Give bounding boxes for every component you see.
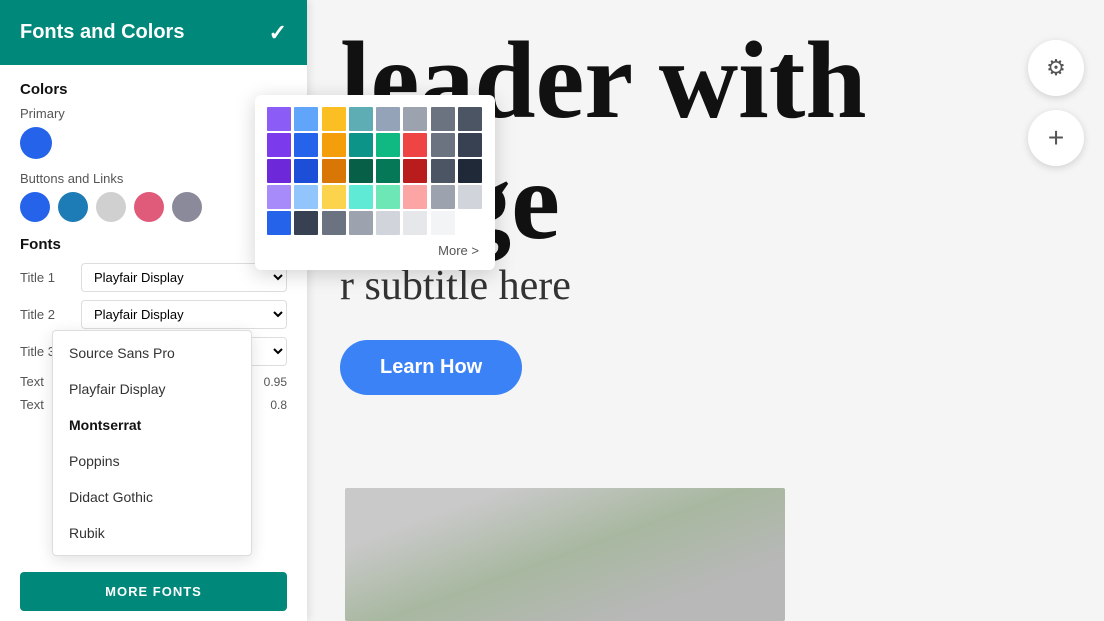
font-select-title2[interactable]: Playfair Display (81, 300, 287, 329)
palette-color-cell[interactable] (403, 133, 427, 157)
palette-color-cell[interactable] (376, 159, 400, 183)
primary-color-swatch[interactable] (20, 127, 52, 159)
palette-color-cell[interactable] (458, 159, 482, 183)
font-label-title2: Title 2 (20, 307, 75, 322)
palette-color-cell[interactable] (431, 133, 455, 157)
palette-color-cell[interactable] (267, 107, 291, 131)
palette-color-cell[interactable] (431, 107, 455, 131)
dropdown-item-didact[interactable]: Didact Gothic (53, 479, 251, 515)
palette-color-cell[interactable] (294, 159, 318, 183)
palette-color-cell[interactable] (349, 159, 373, 183)
palette-color-cell[interactable] (458, 185, 482, 209)
palette-color-cell[interactable] (294, 133, 318, 157)
palette-color-cell[interactable] (376, 211, 400, 235)
palette-color-cell[interactable] (458, 211, 482, 235)
palette-color-cell[interactable] (458, 133, 482, 157)
palette-color-cell[interactable] (322, 107, 346, 131)
buttons-links-label: Buttons and Links (20, 171, 287, 186)
hero-cta-button[interactable]: Learn How (340, 340, 522, 395)
palette-color-cell[interactable] (458, 107, 482, 131)
palette-grid (267, 107, 483, 235)
palette-color-cell[interactable] (267, 159, 291, 183)
palette-color-cell[interactable] (322, 133, 346, 157)
color-swatches-row (20, 192, 287, 222)
palette-color-cell[interactable] (376, 185, 400, 209)
palette-color-cell[interactable] (349, 185, 373, 209)
dropdown-item-rubik[interactable]: Rubik (53, 515, 251, 551)
palette-color-cell[interactable] (267, 185, 291, 209)
swatch-dark-blue[interactable] (58, 192, 88, 222)
panel-header: Fonts and Colors ✓ (0, 0, 307, 65)
palette-color-cell[interactable] (403, 159, 427, 183)
font-label-title1: Title 1 (20, 270, 75, 285)
palette-color-cell[interactable] (349, 133, 373, 157)
add-button[interactable]: + (1028, 110, 1084, 166)
confirm-icon[interactable]: ✓ (269, 20, 287, 46)
palette-color-cell[interactable] (431, 159, 455, 183)
dropdown-item-source-sans[interactable]: Source Sans Pro (53, 335, 251, 371)
palette-color-cell[interactable] (267, 211, 291, 235)
palette-color-cell[interactable] (267, 133, 291, 157)
hero-image (345, 488, 785, 621)
fonts-section-title: Fonts (20, 236, 287, 253)
palette-color-cell[interactable] (322, 159, 346, 183)
palette-color-cell[interactable] (322, 185, 346, 209)
dropdown-item-playfair[interactable]: Playfair Display (53, 371, 251, 407)
dropdown-item-montserrat[interactable]: Montserrat (53, 407, 251, 443)
palette-color-cell[interactable] (403, 211, 427, 235)
palette-color-cell[interactable] (431, 211, 455, 235)
palette-color-cell[interactable] (349, 211, 373, 235)
palette-color-cell[interactable] (403, 185, 427, 209)
panel-title: Fonts and Colors (20, 21, 184, 44)
color-palette-popup: More > (255, 95, 495, 270)
swatch-pink[interactable] (134, 192, 164, 222)
more-fonts-button[interactable]: MORE FONTS (20, 572, 287, 611)
font-row-title2: Title 2 Playfair Display (20, 300, 287, 329)
plus-icon: + (1048, 122, 1064, 154)
left-panel: Fonts and Colors ✓ Colors Primary Button… (0, 0, 307, 621)
palette-color-cell[interactable] (349, 107, 373, 131)
primary-color-label: Primary (20, 106, 287, 121)
font-size-text1: 0.95 (251, 375, 287, 389)
palette-color-cell[interactable] (294, 211, 318, 235)
palette-color-cell[interactable] (376, 107, 400, 131)
settings-button[interactable]: ⚙ (1028, 40, 1084, 96)
palette-color-cell[interactable] (294, 185, 318, 209)
colors-section-title: Colors (20, 81, 287, 98)
dropdown-item-poppins[interactable]: Poppins (53, 443, 251, 479)
gear-icon: ⚙ (1046, 55, 1066, 81)
swatch-light-gray[interactable] (96, 192, 126, 222)
palette-color-cell[interactable] (403, 107, 427, 131)
palette-color-cell[interactable] (431, 185, 455, 209)
palette-color-cell[interactable] (376, 133, 400, 157)
font-dropdown: Source Sans Pro Playfair Display Montser… (52, 330, 252, 556)
palette-color-cell[interactable] (294, 107, 318, 131)
swatch-blue[interactable] (20, 192, 50, 222)
font-row-title1: Title 1 Playfair Display (20, 263, 287, 292)
palette-more-button[interactable]: More > (267, 243, 483, 258)
font-size-text2: 0.8 (251, 398, 287, 412)
swatch-gray[interactable] (172, 192, 202, 222)
palette-color-cell[interactable] (322, 211, 346, 235)
